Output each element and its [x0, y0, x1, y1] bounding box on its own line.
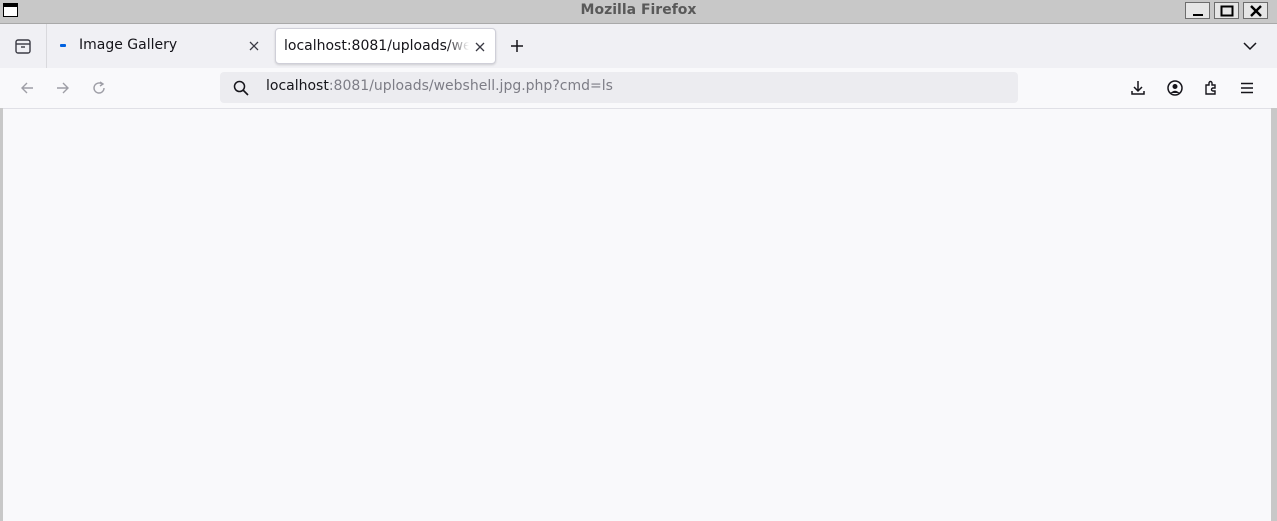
minimize-button[interactable] [1185, 2, 1210, 19]
url-bar[interactable]: localhost:8081/uploads/webshell.jpg.php?… [220, 72, 1018, 103]
url-path: :8081/uploads/webshell.jpg.php?cmd=ls [328, 78, 613, 94]
extensions-icon[interactable] [1202, 79, 1220, 97]
search-icon [233, 80, 249, 96]
account-icon[interactable] [1166, 79, 1184, 97]
forward-icon[interactable] [54, 79, 72, 97]
new-tab-icon[interactable] [508, 37, 526, 55]
tab-label: localhost:8081/uploads/webshell.jpg.php?… [284, 38, 469, 54]
menu-icon[interactable] [1238, 79, 1256, 97]
close-tab-icon[interactable] [473, 40, 487, 54]
tab-strip: Image Gallery localhost:8081/uploads/web… [0, 24, 1277, 68]
tab-image-gallery[interactable]: Image Gallery [49, 28, 271, 64]
url-text[interactable]: localhost:8081/uploads/webshell.jpg.php?… [266, 78, 613, 94]
minimize-icon [1193, 14, 1203, 16]
maximize-icon [1220, 5, 1234, 17]
maximize-button[interactable] [1214, 2, 1239, 19]
tab-webshell[interactable]: localhost:8081/uploads/webshell.jpg.php?… [275, 28, 496, 64]
navigation-toolbar: localhost:8081/uploads/webshell.jpg.php?… [0, 68, 1277, 109]
chevron-down-icon[interactable] [1241, 37, 1259, 55]
reload-icon[interactable] [90, 79, 108, 97]
window-border-right [1271, 108, 1277, 521]
url-host: localhost [266, 78, 329, 94]
firefox-view-icon[interactable] [11, 35, 35, 57]
close-window-button[interactable] [1243, 2, 1268, 19]
back-icon[interactable] [18, 79, 36, 97]
close-tab-icon[interactable] [247, 39, 261, 53]
page-content [3, 109, 1271, 521]
tab-label: Image Gallery [79, 37, 178, 53]
close-icon [1250, 5, 1262, 17]
window-title: Mozilla Firefox [580, 2, 697, 18]
downloads-icon[interactable] [1129, 79, 1147, 97]
loading-dot-icon [60, 44, 66, 47]
window-titlebar: Mozilla Firefox [0, 0, 1277, 24]
strip-divider [46, 24, 47, 68]
